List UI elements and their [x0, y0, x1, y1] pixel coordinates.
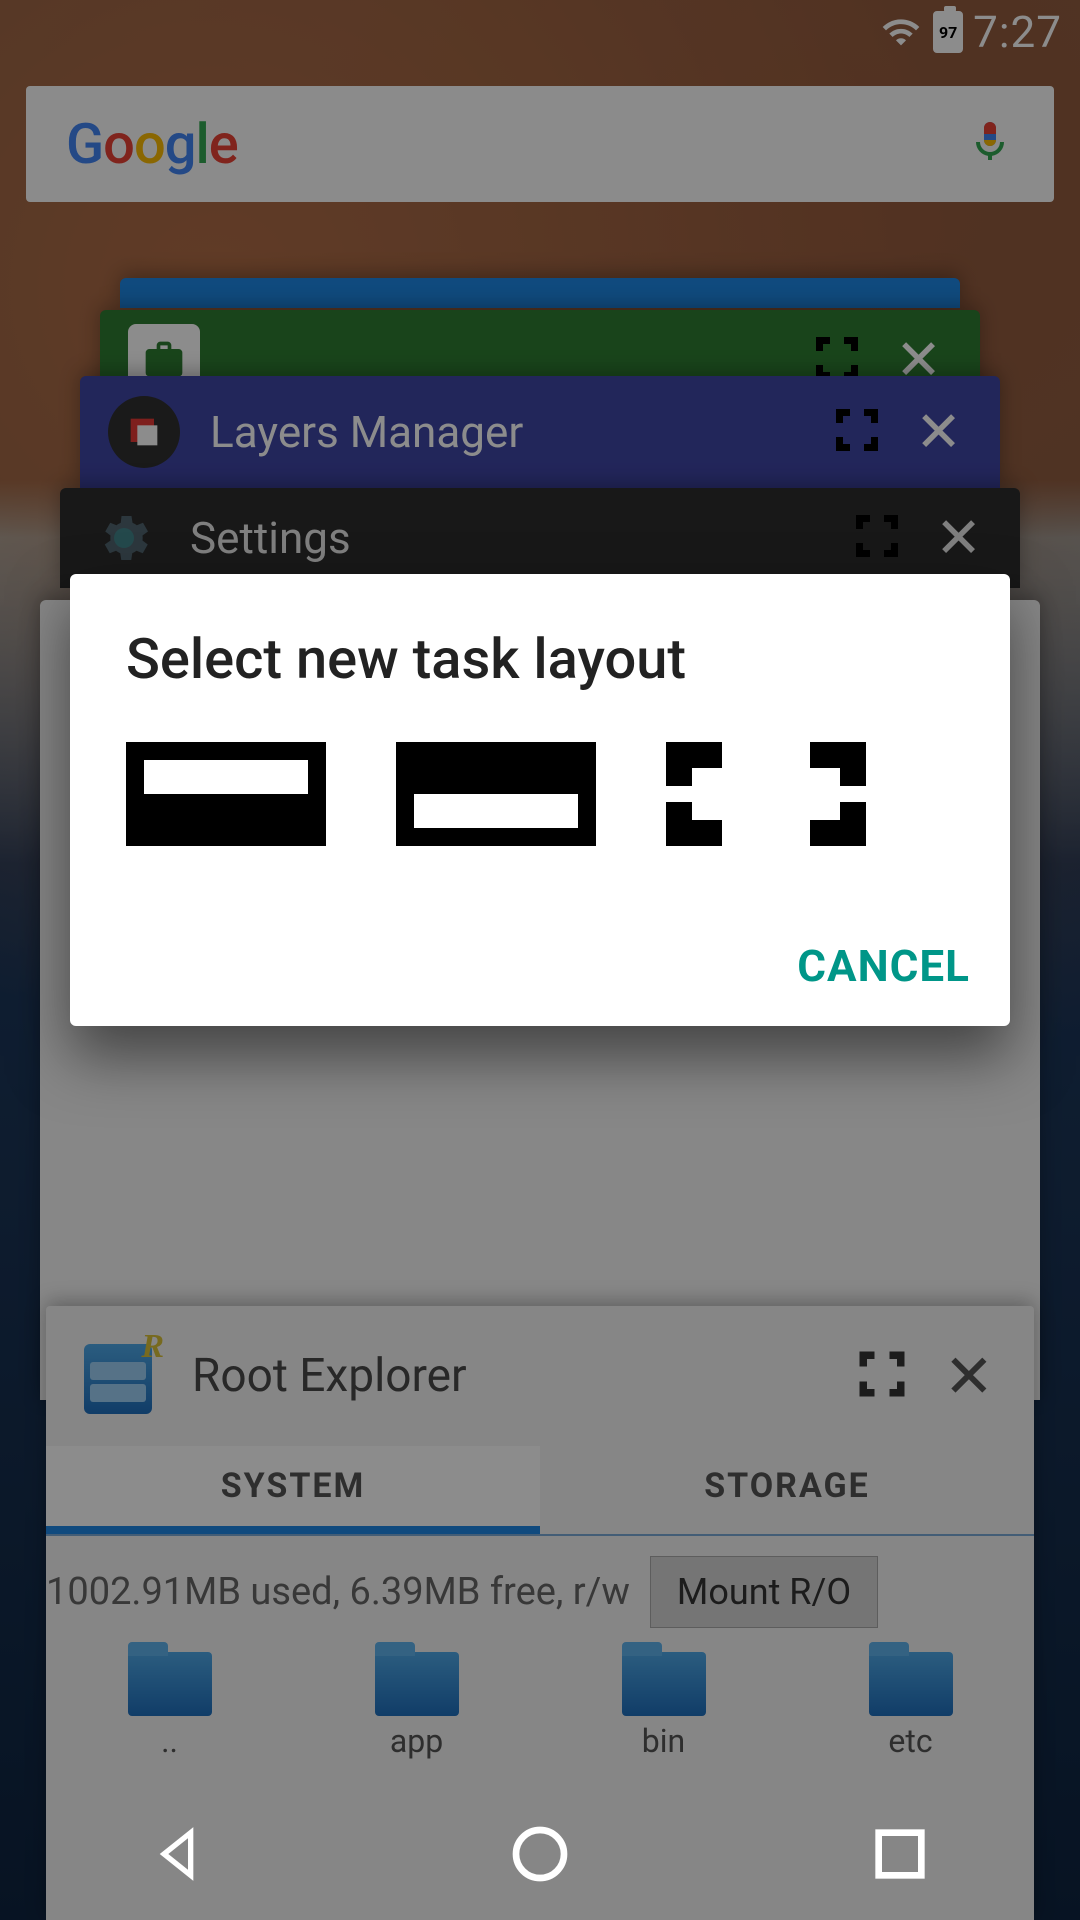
home-button[interactable]: [508, 1822, 572, 1890]
navigation-bar: [0, 1792, 1080, 1920]
back-button[interactable]: [148, 1822, 212, 1890]
dialog-title: Select new task layout: [70, 626, 1010, 742]
recents-button[interactable]: [868, 1822, 932, 1890]
layout-option-bottom-half[interactable]: [396, 742, 596, 850]
layout-option-fullscreen[interactable]: [666, 742, 866, 850]
task-layout-dialog: Select new task layout CANCEL: [70, 574, 1010, 1026]
cancel-button[interactable]: CANCEL: [797, 940, 970, 992]
layout-option-top-half[interactable]: [126, 742, 326, 850]
